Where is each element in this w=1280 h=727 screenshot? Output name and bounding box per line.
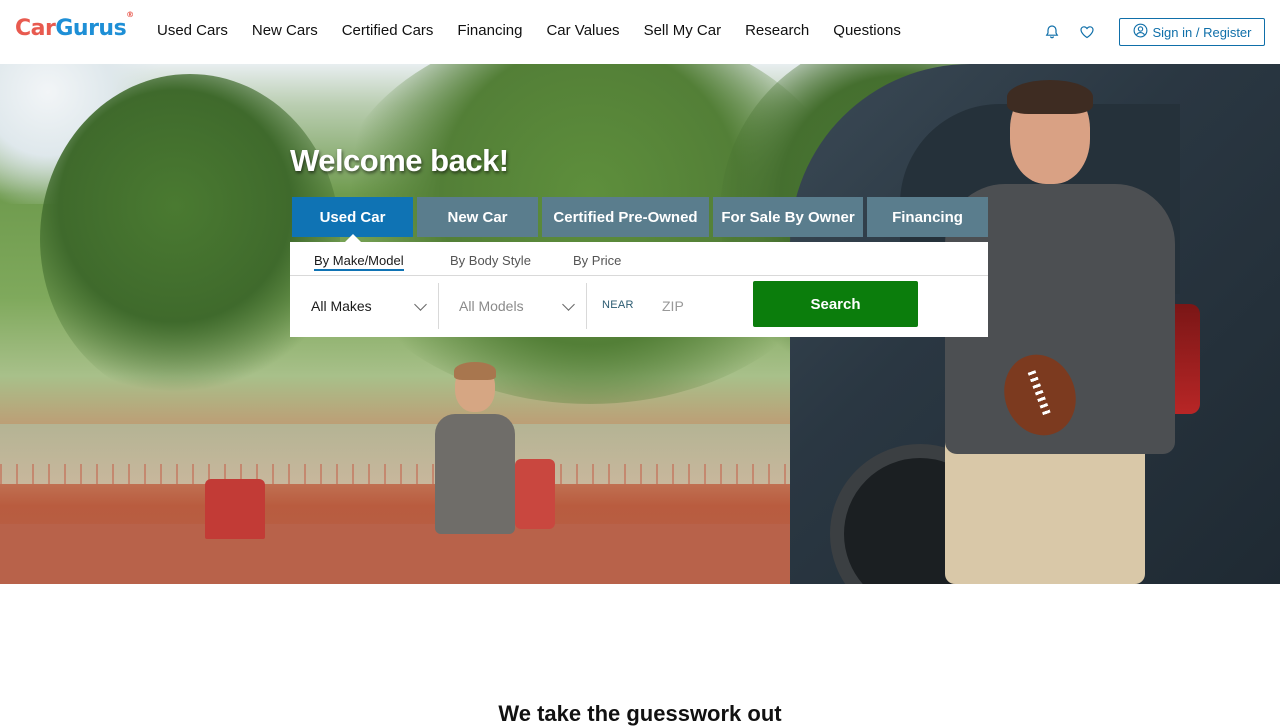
subtab-by-body-style[interactable]: By Body Style <box>450 253 531 268</box>
man-shorts <box>945 434 1145 584</box>
nav-sell-my-car[interactable]: Sell My Car <box>644 22 722 39</box>
hero-boy <box>430 362 520 534</box>
field-divider <box>438 283 439 329</box>
nav-car-values[interactable]: Car Values <box>546 22 619 39</box>
user-circle-icon <box>1133 23 1148 41</box>
model-select-value: All Models <box>459 298 524 314</box>
nav-research[interactable]: Research <box>745 22 809 39</box>
section-heading: We take the guesswork out <box>498 701 782 726</box>
hero-chair <box>515 459 555 529</box>
boy-body <box>435 414 515 534</box>
search-panel: By Make/Model By Body Style By Price All… <box>290 242 988 337</box>
nav-financing[interactable]: Financing <box>457 22 522 39</box>
site-header: CarGurus® Used Cars New Cars Certified C… <box>0 0 1280 64</box>
nav-certified-cars[interactable]: Certified Cars <box>342 22 434 39</box>
subtab-by-price[interactable]: By Price <box>573 253 621 268</box>
heart-icon[interactable] <box>1079 24 1095 40</box>
tab-certified-pre-owned[interactable]: Certified Pre-Owned <box>542 197 709 237</box>
zip-input[interactable] <box>662 294 742 318</box>
welcome-heading: Welcome back! <box>290 143 509 178</box>
man-hair <box>1007 80 1093 114</box>
make-select[interactable]: All Makes <box>311 283 427 329</box>
nav-questions[interactable]: Questions <box>833 22 901 39</box>
bell-icon[interactable] <box>1044 24 1060 40</box>
tab-new-car[interactable]: New Car <box>417 197 538 237</box>
logo-text-car: Car <box>15 16 56 41</box>
tab-used-car[interactable]: Used Car <box>292 197 413 243</box>
signin-label: Sign in / Register <box>1152 24 1252 40</box>
chevron-down-icon <box>562 298 575 311</box>
signin-register-button[interactable]: Sign in / Register <box>1119 18 1265 46</box>
field-divider <box>586 283 587 329</box>
boy-hair <box>454 362 496 380</box>
search-subtabs: By Make/Model By Body Style By Price <box>290 242 988 276</box>
hero-tree <box>40 74 340 404</box>
nav-new-cars[interactable]: New Cars <box>252 22 318 39</box>
chevron-down-icon <box>414 298 427 311</box>
near-label: NEAR <box>602 299 634 311</box>
tab-financing[interactable]: Financing <box>867 197 988 237</box>
search-button[interactable]: Search <box>753 281 918 327</box>
hero-chair <box>205 479 265 539</box>
subtab-by-make-model[interactable]: By Make/Model <box>314 253 404 271</box>
cargurus-logo[interactable]: CarGurus® <box>15 10 134 41</box>
logo-text-gurus: Gurus <box>55 16 127 41</box>
logo-registered-mark: ® <box>126 9 134 19</box>
tab-for-sale-by-owner[interactable]: For Sale By Owner <box>713 197 863 237</box>
main-nav: Used Cars New Cars Certified Cars Financ… <box>157 22 925 39</box>
make-select-value: All Makes <box>311 298 372 314</box>
nav-used-cars[interactable]: Used Cars <box>157 22 228 39</box>
model-select[interactable]: All Models <box>459 283 575 329</box>
